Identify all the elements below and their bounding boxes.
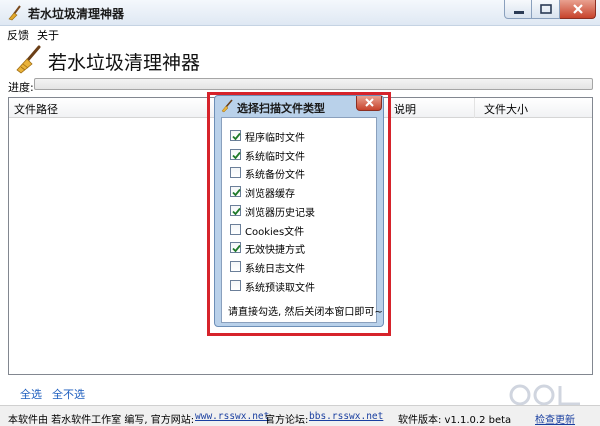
- progress-bar: [34, 78, 593, 90]
- title-bar: 若水垃圾清理神器: [0, 0, 600, 26]
- dialog-title: 选择扫描文件类型: [237, 102, 325, 115]
- forum-link[interactable]: bbs.rsswx.net: [309, 411, 383, 422]
- minimize-icon: [514, 11, 524, 14]
- column-header-description[interactable]: 说明: [394, 101, 416, 117]
- checkbox[interactable]: [230, 204, 241, 216]
- checkbox[interactable]: [230, 260, 241, 272]
- checkmark-icon: [232, 245, 241, 253]
- checkbox[interactable]: [230, 242, 241, 254]
- broom-icon: [221, 99, 233, 113]
- maximize-icon: [540, 4, 552, 14]
- checkbox-label: 系统预读取文件: [245, 282, 315, 294]
- close-icon: [573, 4, 583, 14]
- column-separator[interactable]: [474, 98, 475, 118]
- checkbox[interactable]: [230, 167, 241, 179]
- checkmark-icon: [232, 151, 241, 160]
- checkbox[interactable]: [230, 279, 241, 291]
- checkbox[interactable]: [230, 223, 241, 235]
- column-header-path[interactable]: 文件路径: [14, 101, 58, 117]
- dialog-hint: 请直接勾选, 然后关闭本窗口即可~: [228, 307, 383, 318]
- menu-about[interactable]: 关于: [37, 27, 59, 43]
- checkbox-label: 系统备份文件: [245, 170, 305, 182]
- maximize-button[interactable]: [532, 0, 560, 19]
- checkmark-icon: [232, 189, 241, 197]
- scan-type-dialog: 选择扫描文件类型 程序临时文件 系统临时文件 系统备份文件 浏览器缓存浏览器历史记录 C…: [214, 95, 384, 327]
- minimize-button[interactable]: [504, 0, 532, 19]
- app-heading: 若水垃圾清理神器: [48, 52, 201, 74]
- menu-bar: 反馈 关于: [0, 26, 600, 42]
- checkbox-label: 浏览器历史记录: [245, 207, 315, 219]
- checkbox-label: 程序临时文件: [245, 133, 305, 144]
- progress-label: 进度:: [8, 81, 34, 94]
- checkmark-icon: [232, 207, 241, 216]
- broom-icon: [16, 45, 41, 74]
- checkbox-label: 系统临时文件: [245, 151, 305, 163]
- check-update-link[interactable]: 检查更新: [535, 411, 575, 426]
- forum-label: 官方论坛:: [265, 415, 309, 426]
- version-text: 软件版本: v1.1.0.2 beta: [398, 415, 512, 426]
- dialog-body: 程序临时文件 系统临时文件 系统备份文件 浏览器缓存浏览器历史记录 Cookies文件无…: [221, 117, 383, 323]
- checkbox-label: 系统日志文件: [245, 263, 305, 275]
- checkbox[interactable]: [230, 130, 241, 141]
- dialog-close-button[interactable]: [356, 96, 382, 111]
- checkbox[interactable]: [230, 186, 241, 198]
- menu-feedback[interactable]: 反馈: [7, 27, 29, 43]
- broom-icon: [8, 5, 21, 21]
- app-header: 若水垃圾清理神器: [0, 42, 600, 76]
- checkbox-label: 浏览器缓存: [245, 189, 295, 201]
- column-header-size[interactable]: 文件大小: [484, 101, 528, 117]
- window-title: 若水垃圾清理神器: [28, 7, 125, 21]
- close-icon: [365, 98, 374, 107]
- checkmark-icon: [232, 132, 241, 141]
- close-button[interactable]: [560, 0, 596, 19]
- select-none-link[interactable]: 全不选: [52, 386, 85, 402]
- status-bar: 本软件由 若水软件工作室 编写, 官方网站: www.rsswx.net 官方论…: [0, 405, 600, 426]
- website-link[interactable]: www.rsswx.net: [195, 411, 269, 422]
- checkbox-label: Cookies文件: [245, 226, 305, 238]
- select-all-link[interactable]: 全选: [20, 386, 42, 402]
- status-credit: 本软件由 若水软件工作室 编写, 官方网站:: [8, 415, 195, 426]
- checkbox-label: 无效快捷方式: [245, 245, 305, 257]
- checkbox[interactable]: [230, 148, 241, 160]
